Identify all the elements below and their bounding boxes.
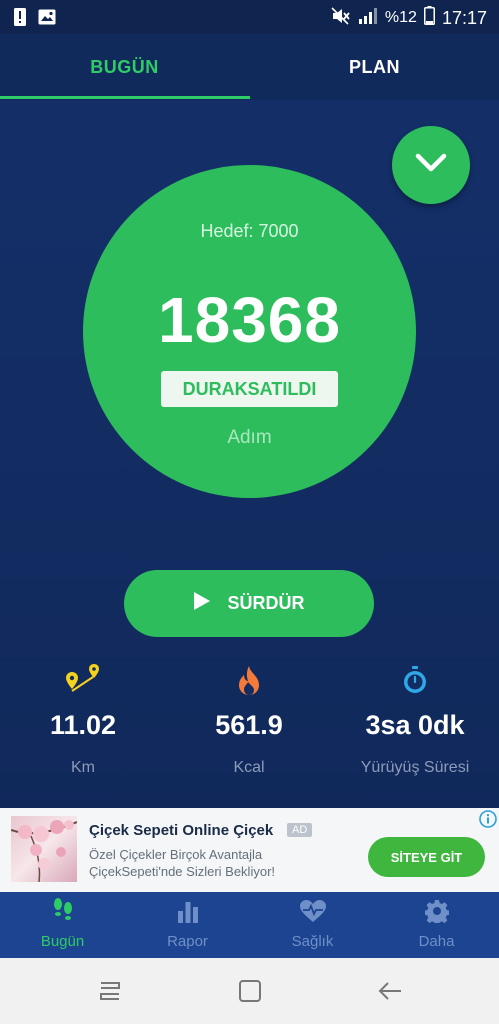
home-button[interactable] xyxy=(235,978,265,1004)
heart-pulse-icon xyxy=(299,899,327,928)
calories-label: Kcal xyxy=(233,759,265,776)
battery-percent: %12 xyxy=(384,9,417,26)
stat-calories: 561.9 Kcal xyxy=(166,664,332,777)
ad-description: Özel Çiçekler Birçok Avantajla ÇiçekSepe… xyxy=(89,846,349,880)
signal-icon xyxy=(358,7,378,30)
gear-icon xyxy=(423,899,450,928)
distance-value: 11.02 xyxy=(49,710,117,740)
ad-image[interactable] xyxy=(11,816,77,882)
tab-today[interactable]: BUGÜN xyxy=(0,34,249,100)
play-icon xyxy=(193,591,211,616)
clock: 17:17 xyxy=(441,7,487,28)
walking-time-value: 3sa 0dk xyxy=(365,710,465,740)
tab-indicator xyxy=(0,96,250,99)
ad-description-line: Özel Çiçekler Birçok Avantajla xyxy=(89,847,263,862)
paused-status-badge: DURAKSATILDI xyxy=(161,371,338,407)
nav-label-today: Bugün xyxy=(40,933,85,950)
ad-cta-button[interactable]: SİTEYE GİT xyxy=(368,837,485,877)
distance-label: Km xyxy=(71,759,95,776)
app-screen: %12 17:17 BUGÜN PLAN Hedef: 7000 18368 D… xyxy=(0,0,499,1024)
nav-label-health: Sağlık xyxy=(291,933,334,950)
resume-button-label: SÜRDÜR xyxy=(227,593,305,613)
ad-description-line: ÇiçekSepeti'nde Sizleri Bekliyor! xyxy=(89,864,276,879)
alert-icon xyxy=(14,8,26,31)
ad-title[interactable]: Çiçek Sepeti Online Çiçek xyxy=(89,822,273,839)
walking-time-label: Yürüyüş Süresi xyxy=(360,759,470,776)
footsteps-icon xyxy=(51,895,75,928)
mute-icon xyxy=(331,6,351,30)
stat-distance: 11.02 Km xyxy=(0,663,166,777)
bottom-nav: Bugün Rapor Sağlık Daha xyxy=(0,892,499,958)
back-button[interactable] xyxy=(375,978,405,1004)
flame-icon xyxy=(235,664,263,701)
nav-item-more[interactable]: Daha xyxy=(374,892,499,958)
route-icon xyxy=(63,663,103,702)
system-nav-bar xyxy=(0,958,499,1024)
stat-walking-time: 3sa 0dk Yürüyüş Süresi xyxy=(332,664,498,777)
calories-value: 561.9 xyxy=(215,710,283,740)
tab-plan[interactable]: PLAN xyxy=(250,34,499,100)
ad-banner[interactable]: Çiçek Sepeti Online Çiçek AD Özel Çiçekl… xyxy=(0,808,499,892)
nav-item-today[interactable]: Bugün xyxy=(0,892,125,958)
recent-apps-button[interactable] xyxy=(95,978,125,1004)
goal-label: Hedef: 7000 xyxy=(200,221,299,241)
resume-button[interactable]: SÜRDÜR xyxy=(124,570,374,637)
ad-info-icon[interactable] xyxy=(476,808,499,830)
status-bar: %12 17:17 xyxy=(0,0,499,34)
top-tabs: BUGÜN PLAN xyxy=(0,34,499,100)
step-count: 18368 xyxy=(158,284,341,356)
image-icon xyxy=(38,9,56,30)
bar-chart-icon xyxy=(176,899,200,928)
battery-icon xyxy=(423,6,435,30)
collapse-button[interactable] xyxy=(392,126,470,204)
chevron-down-icon xyxy=(414,152,448,179)
nav-label-report: Rapor xyxy=(167,933,208,950)
nav-label-more: Daha xyxy=(418,933,455,950)
nav-item-health[interactable]: Sağlık xyxy=(250,892,375,958)
step-unit-label: Adım xyxy=(227,427,272,448)
nav-item-report[interactable]: Rapor xyxy=(125,892,250,958)
stopwatch-icon xyxy=(402,665,428,700)
step-counter-circle: Hedef: 7000 18368 DURAKSATILDI Adım xyxy=(83,165,416,498)
ad-tag: AD xyxy=(287,823,313,837)
